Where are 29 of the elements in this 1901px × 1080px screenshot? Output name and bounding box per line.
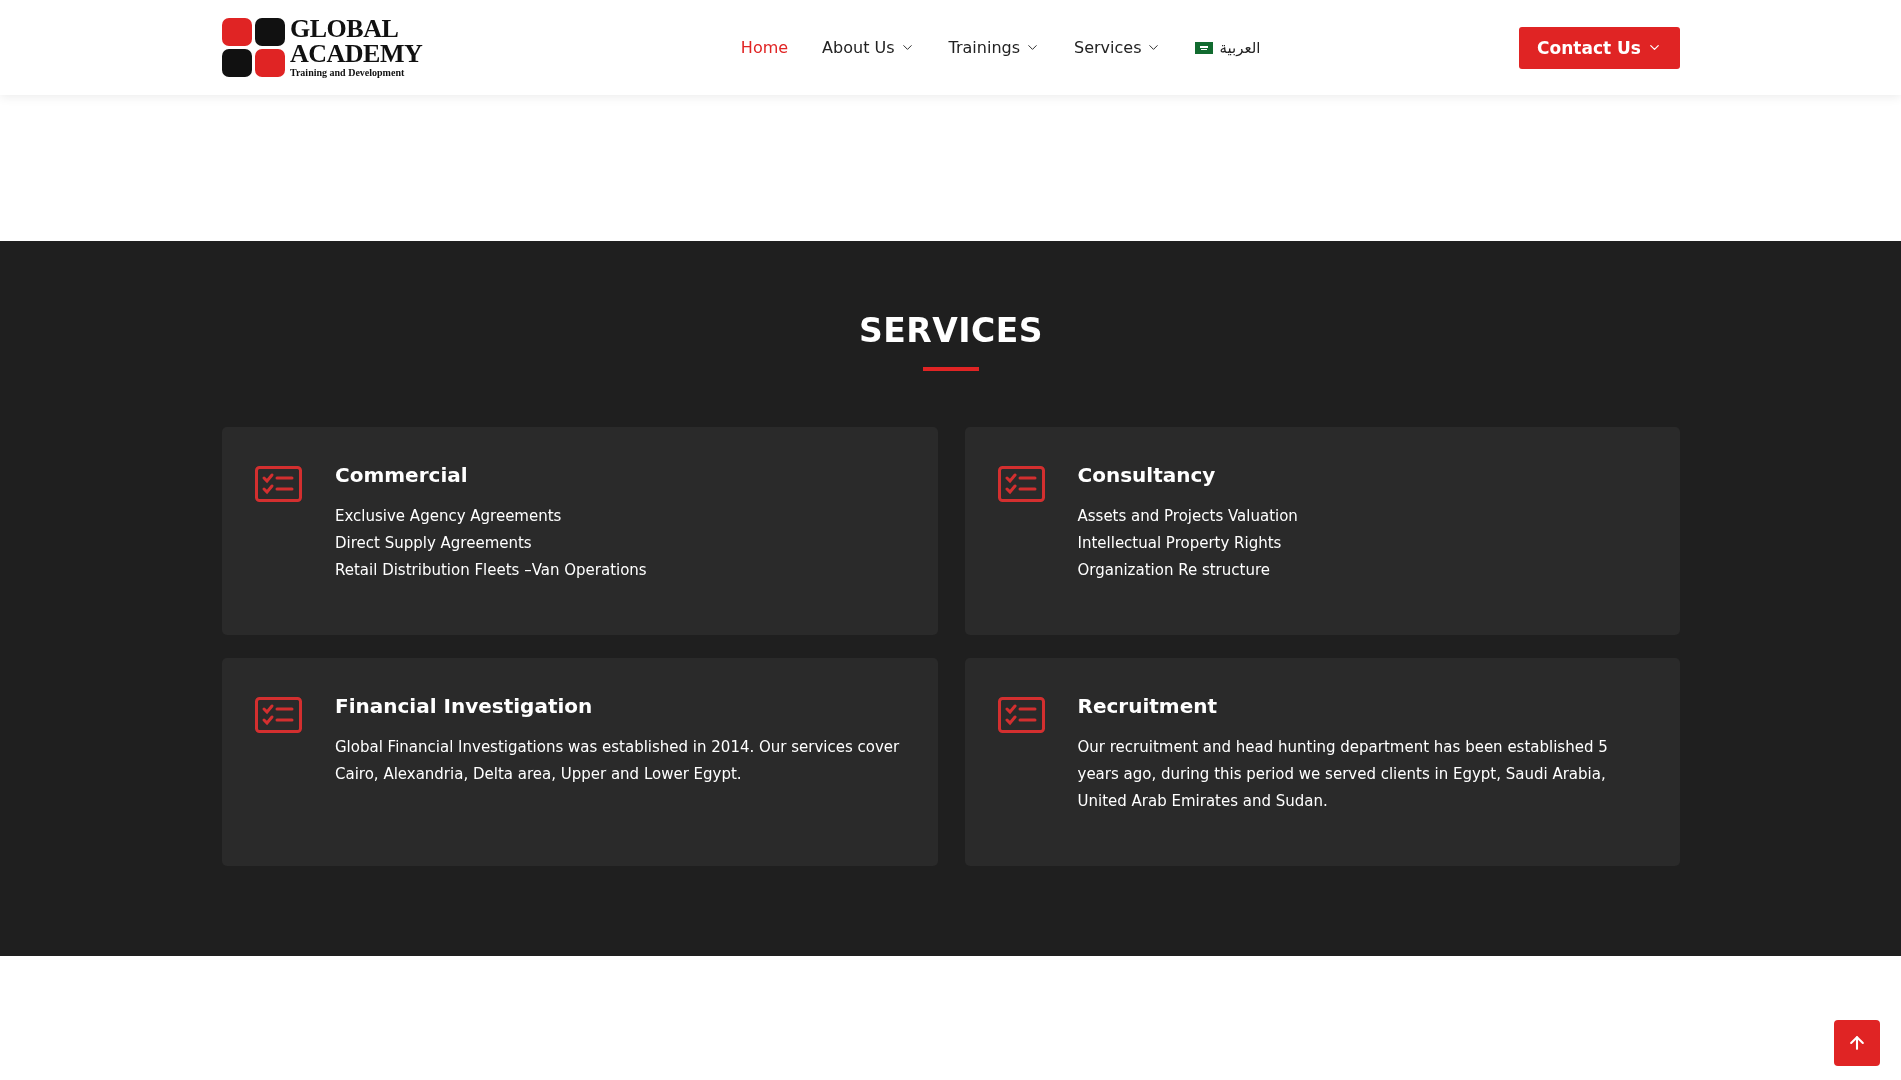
- card-title: Financial Investigation: [335, 694, 594, 718]
- card-description: Our recruitment and head hunting department has been established 5 years ago, during this period we served clients in Egypt, Saudi Arabia, United Arab Emirates and Sudan.: [1077, 737, 1609, 812]
- logo-text: GLOBAL: [290, 17, 400, 42]
- checklist-icon: [997, 466, 1045, 502]
- contact-button[interactable]: Contact Us: [1519, 26, 1680, 69]
- service-item: Exclusive Agency Agreements: [335, 506, 563, 527]
- logo-tagline: Training and Development: [290, 67, 406, 78]
- checklist-icon: [997, 697, 1045, 733]
- service-item: Intellectual Property Rights: [1077, 533, 1283, 554]
- nav-link[interactable]: Services: [1074, 38, 1162, 57]
- service-item: Retail Distribution Fleets –Van Operations: [335, 560, 647, 581]
- section-title: SERVICES: [858, 311, 1044, 350]
- card-title: Consultancy: [1077, 463, 1217, 487]
- service-item: Direct Supply Agreements: [335, 533, 533, 554]
- checklist-icon: [255, 697, 302, 733]
- flag-icon: [1195, 41, 1214, 54]
- card-title: Commercial: [335, 463, 469, 487]
- logo-mark-icon: [222, 17, 286, 78]
- scroll-to-top-button[interactable]: [1834, 1020, 1880, 1066]
- card-title: Recruitment: [1077, 694, 1219, 718]
- language-link[interactable]: العربية: [1195, 38, 1261, 57]
- nav-link[interactable]: About Us: [822, 38, 915, 57]
- service-item: Assets and Projects Valuation: [1077, 506, 1298, 527]
- checklist-icon: [255, 466, 302, 502]
- logo-text: ACADEMY: [290, 42, 423, 67]
- service-item: Organization Re structure: [1077, 560, 1271, 581]
- card-description: Global Financial Investigations was established in 2014. Our services cover Cairo, Alexandria, Delta area, Upper and Lower Egypt.: [335, 737, 901, 785]
- nav-link[interactable]: Trainings: [948, 38, 1040, 57]
- nav-link[interactable]: Home: [740, 38, 789, 57]
